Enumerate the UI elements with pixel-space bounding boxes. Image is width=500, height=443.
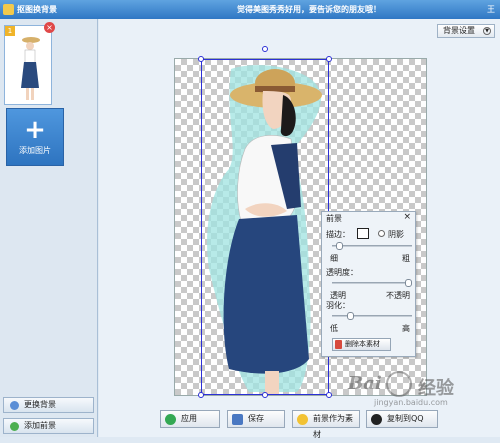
edge-slider-knob[interactable] xyxy=(335,242,343,250)
add-picture-label: 添加图片 xyxy=(19,146,51,155)
qq-penguin-icon xyxy=(371,414,382,425)
window-title: 抠图换背景 xyxy=(17,5,57,14)
close-icon[interactable]: × xyxy=(44,22,55,33)
apply-button[interactable]: 应用 xyxy=(160,410,220,428)
background-settings-label: 背景设置 xyxy=(443,26,475,35)
thumbnail-index: 1 xyxy=(5,26,15,36)
edge-color-swatch[interactable] xyxy=(357,228,369,239)
edge-thick-label: 粗 xyxy=(402,254,410,263)
resize-handle-top-right[interactable] xyxy=(326,56,332,62)
feather-high-label: 高 xyxy=(402,324,410,333)
background-settings-dropdown[interactable]: 背景设置 ▼ xyxy=(437,24,495,38)
baidu-watermark: Bai 经验 jingyan.baidu.com xyxy=(348,371,488,407)
star-icon xyxy=(297,414,308,425)
foreground-properties-panel: 前景 × 描边： 阴影 细 粗 透明度： 透明 不透明 羽化： 低 高 删除本素… xyxy=(321,211,416,357)
promo-marquee[interactable]: 觉得美图秀秀好用，要告诉您的朋友哦！ xyxy=(237,4,381,15)
add-picture-button[interactable]: + 添加图片 xyxy=(6,108,64,166)
change-background-button[interactable]: 更换背景 xyxy=(3,397,94,413)
opacity-max-label: 不透明 xyxy=(386,291,410,300)
apply-label: 应用 xyxy=(181,414,197,423)
titlebar-edge-text: 王 xyxy=(487,5,495,14)
feather-low-label: 低 xyxy=(330,324,338,333)
panel-title: 前景 xyxy=(326,214,342,223)
edge-thin-label: 细 xyxy=(330,254,338,263)
opacity-label: 透明度： xyxy=(326,268,358,277)
resize-handle-bottom-right[interactable] xyxy=(326,392,332,398)
feather-label: 羽化： xyxy=(326,301,350,310)
title-bar: 抠图换背景 觉得美图秀秀好用，要告诉您的朋友哦！ 王 xyxy=(0,0,500,19)
chevron-down-icon: ▼ xyxy=(483,27,491,35)
delete-material-label: 删除本素材 xyxy=(345,340,380,348)
edge-label: 描边： xyxy=(326,230,350,239)
copy-to-qq-label: 复制到QQ xyxy=(387,414,424,423)
resize-handle-bottom[interactable] xyxy=(262,392,268,398)
save-button[interactable]: 保存 xyxy=(227,410,285,428)
feather-slider-knob[interactable] xyxy=(346,312,354,320)
image-thumbnail[interactable]: 1 × xyxy=(4,22,55,105)
watermark-brand-cn: 经验 xyxy=(418,378,454,399)
edge-slider[interactable] xyxy=(332,242,412,250)
add-foreground-button[interactable]: 添加前景 xyxy=(3,418,94,434)
copy-to-qq-button[interactable]: 复制到QQ xyxy=(366,410,438,428)
watermark-url: jingyan.baidu.com xyxy=(374,398,448,407)
rotate-handle[interactable] xyxy=(262,46,268,52)
resize-handle-top-left[interactable] xyxy=(198,56,204,62)
change-background-label: 更换背景 xyxy=(24,400,56,409)
feather-slider[interactable] xyxy=(332,312,412,320)
paw-icon xyxy=(386,371,412,397)
close-icon[interactable]: × xyxy=(403,212,411,222)
left-panel: 1 × + 添加图片 更换背景 添加前景 xyxy=(0,19,98,437)
add-foreground-label: 添加前景 xyxy=(24,421,56,430)
selection-box[interactable] xyxy=(198,46,332,398)
disk-icon xyxy=(232,414,243,425)
shadow-radio[interactable] xyxy=(378,230,385,237)
trash-icon xyxy=(335,340,342,349)
shadow-label: 阴影 xyxy=(388,230,404,239)
opacity-slider[interactable] xyxy=(332,279,412,287)
image-icon xyxy=(10,401,19,410)
watermark-brand: Bai xyxy=(348,373,382,394)
opacity-slider-knob[interactable] xyxy=(405,279,412,287)
check-icon xyxy=(165,414,176,425)
app-icon xyxy=(3,4,14,15)
save-as-material-button[interactable]: 前景作为素材 xyxy=(292,410,360,439)
save-label: 保存 xyxy=(248,414,264,423)
thumbnail-person-image xyxy=(21,37,40,100)
add-circle-icon xyxy=(10,422,19,431)
resize-handle-bottom-left[interactable] xyxy=(198,392,204,398)
delete-material-button[interactable]: 删除本素材 xyxy=(332,338,391,351)
plus-icon: + xyxy=(24,115,46,145)
